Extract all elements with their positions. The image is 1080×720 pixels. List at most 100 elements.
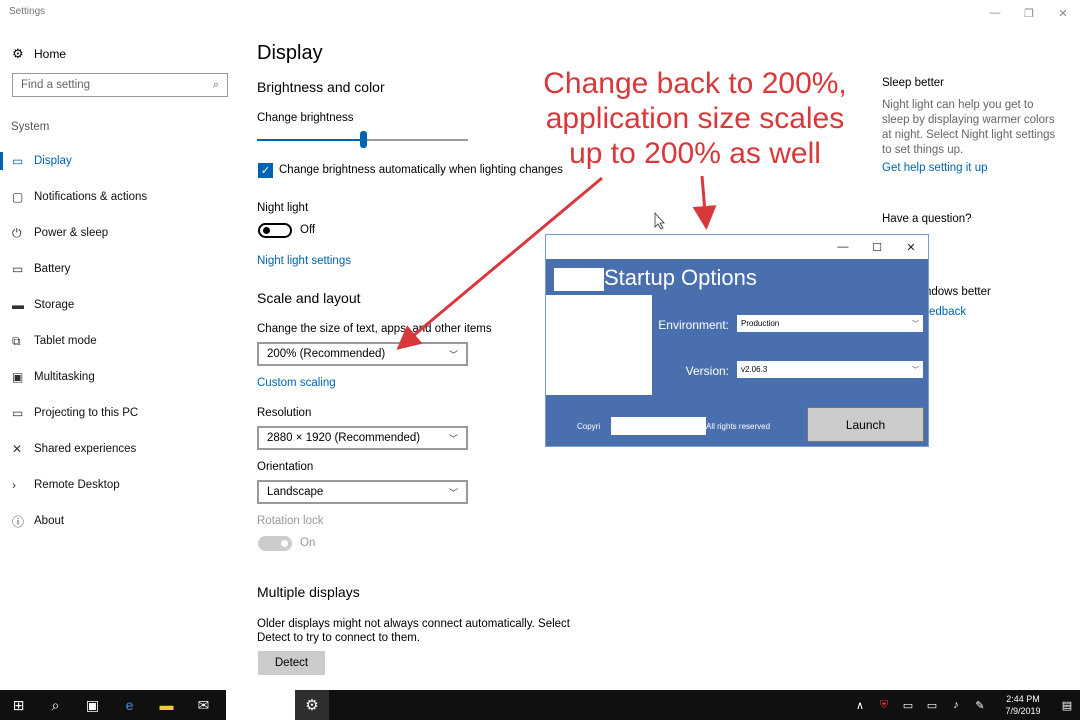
info-icon: ⓘ	[12, 514, 25, 529]
slider-fill	[257, 139, 363, 141]
custom-scaling-link[interactable]: Custom scaling	[257, 377, 336, 389]
gear-icon: ⚙	[12, 46, 24, 61]
resolution-select[interactable]: 2880 × 1920 (Recommended) ﹀	[257, 426, 468, 450]
maximize-button[interactable]: ☐	[860, 241, 894, 254]
copyright-redacted	[611, 417, 706, 435]
brightness-slider[interactable]	[257, 131, 468, 148]
search-icon[interactable]: ⌕	[213, 79, 219, 92]
sidebar-item-notifications[interactable]: ▢ Notifications & actions	[0, 179, 240, 215]
clock-time: 2:44 PM	[1006, 694, 1040, 704]
orientation-select[interactable]: Landscape ﹀	[257, 480, 468, 504]
slider-thumb[interactable]	[360, 131, 367, 148]
sidebar-item-multitasking[interactable]: ▣ Multitasking	[0, 359, 240, 395]
night-light-label: Night light	[257, 202, 309, 214]
clock[interactable]: 2:44 PM 7/9/2019	[992, 693, 1054, 717]
minimize-button[interactable]: —	[826, 241, 860, 253]
taskbar-blank-area	[226, 690, 295, 720]
close-button[interactable]: ✕	[894, 241, 928, 254]
launch-button[interactable]: Launch	[807, 407, 924, 442]
sidebar-item-tablet[interactable]: ⧉ Tablet mode	[0, 323, 240, 359]
sidebar-item-label: Remote Desktop	[34, 479, 120, 491]
close-button[interactable]: ✕	[1046, 0, 1080, 26]
windows-start-icon[interactable]: ⊞	[0, 690, 37, 720]
system-tray: ∧ ⛨ ▭ ▭ ♪ ✎ 2:44 PM 7/9/2019 ▤	[848, 690, 1080, 720]
sleep-help-link[interactable]: Get help setting it up	[882, 162, 987, 174]
environment-select[interactable]: Production ﹀	[737, 315, 923, 332]
environment-label: Environment:	[658, 318, 729, 332]
sidebar-item-remote[interactable]: › Remote Desktop	[0, 467, 240, 503]
section-label: System	[11, 121, 50, 133]
home-label: Home	[34, 47, 67, 61]
startup-options-window: — ☐ ✕ Startup Options Environment: Produ…	[545, 234, 929, 447]
chevron-up-icon[interactable]: ∧	[848, 699, 872, 712]
rotation-lock-toggle	[258, 536, 292, 551]
sidebar-item-label: Display	[34, 155, 72, 167]
sidebar-item-projecting[interactable]: ▭ Projecting to this PC	[0, 395, 240, 431]
search-icon[interactable]: ⌕	[37, 690, 74, 720]
display-icon: ▭	[12, 154, 24, 168]
startup-titlebar: — ☐ ✕	[546, 235, 928, 259]
sidebar: ⚙ Home Find a setting ⌕ System ▭ Display…	[0, 38, 240, 539]
pen-icon[interactable]: ✎	[968, 699, 992, 712]
battery-icon[interactable]: ▭	[896, 699, 920, 712]
chevron-down-icon: ﹀	[448, 349, 458, 360]
sidebar-item-about[interactable]: ⓘ About	[0, 503, 240, 539]
tablet-icon: ⧉	[12, 333, 21, 348]
notifications-icon: ▢	[12, 190, 24, 204]
restore-button[interactable]: ❐	[1012, 0, 1046, 26]
sidebar-item-label: Multitasking	[34, 371, 95, 383]
sleep-description: Night light can help you get to sleep by…	[882, 99, 1056, 156]
multiple-desc-line1: Older displays might not always connect …	[257, 618, 570, 630]
task-view-icon[interactable]: ▣	[74, 690, 111, 720]
scale-select[interactable]: 200% (Recommended) ﹀	[257, 342, 468, 366]
window-title: Settings	[9, 6, 46, 17]
minimize-button[interactable]: —	[978, 0, 1012, 26]
sidebar-item-power[interactable]: ⏻ Power & sleep	[0, 215, 240, 251]
question-heading: Have a question?	[882, 213, 972, 225]
window-controls: — ❐ ✕	[978, 0, 1080, 26]
detect-button[interactable]: Detect	[258, 651, 325, 675]
night-light-toggle[interactable]	[258, 223, 292, 238]
projecting-icon: ▭	[12, 406, 24, 420]
home-nav[interactable]: ⚙ Home	[0, 38, 240, 70]
action-center-icon[interactable]: ▤	[1054, 699, 1080, 712]
sidebar-item-battery[interactable]: ▭ Battery	[0, 251, 240, 287]
annotation-line: Change back to 200%,	[543, 67, 847, 100]
security-icon[interactable]: ⛨	[872, 699, 896, 712]
chevron-down-icon: ﹀	[912, 366, 919, 374]
version-select[interactable]: v2.06.3 ﹀	[737, 361, 923, 378]
mail-icon[interactable]: ✉	[185, 690, 222, 720]
size-label: Change the size of text, apps, and other…	[257, 323, 492, 335]
sidebar-item-label: About	[34, 515, 65, 527]
network-icon[interactable]: ▭	[920, 699, 944, 712]
volume-icon[interactable]: ♪	[944, 699, 968, 711]
sidebar-item-label: Notifications & actions	[34, 191, 148, 203]
resolution-value: 2880 × 1920 (Recommended)	[267, 432, 421, 444]
auto-brightness-checkbox[interactable]: ✓	[258, 163, 273, 178]
night-light-state: Off	[300, 224, 316, 236]
night-light-settings-link[interactable]: Night light settings	[257, 255, 351, 267]
toggle-knob	[263, 227, 270, 234]
multiple-displays-heading: Multiple displays	[257, 584, 360, 600]
file-explorer-icon[interactable]: ▬	[148, 690, 185, 720]
brightness-heading: Brightness and color	[257, 79, 385, 95]
rotation-lock-label: Rotation lock	[257, 515, 324, 527]
sidebar-item-shared[interactable]: ✕ Shared experiences	[0, 431, 240, 467]
version-value: v2.06.3	[741, 365, 768, 374]
chevron-down-icon: ﹀	[912, 320, 919, 328]
search-placeholder: Find a setting	[21, 79, 91, 91]
edge-icon[interactable]: e	[111, 690, 148, 720]
sidebar-item-label: Tablet mode	[34, 335, 97, 347]
orientation-value: Landscape	[267, 486, 324, 498]
sidebar-item-display[interactable]: ▭ Display	[0, 143, 240, 179]
sidebar-item-storage[interactable]: ▬ Storage	[0, 287, 240, 323]
mouse-cursor-icon	[654, 211, 665, 230]
arrow-to-window	[692, 175, 717, 230]
annotation-text: Change back to 200%, application size sc…	[520, 66, 870, 171]
annotation-line: up to 200% as well	[569, 137, 821, 170]
logo-placeholder	[554, 268, 604, 291]
feedback-link[interactable]: edback	[929, 306, 966, 318]
settings-gear-icon[interactable]: ⚙	[295, 690, 329, 720]
scale-heading: Scale and layout	[257, 290, 361, 306]
search-input[interactable]: Find a setting ⌕	[12, 73, 228, 97]
